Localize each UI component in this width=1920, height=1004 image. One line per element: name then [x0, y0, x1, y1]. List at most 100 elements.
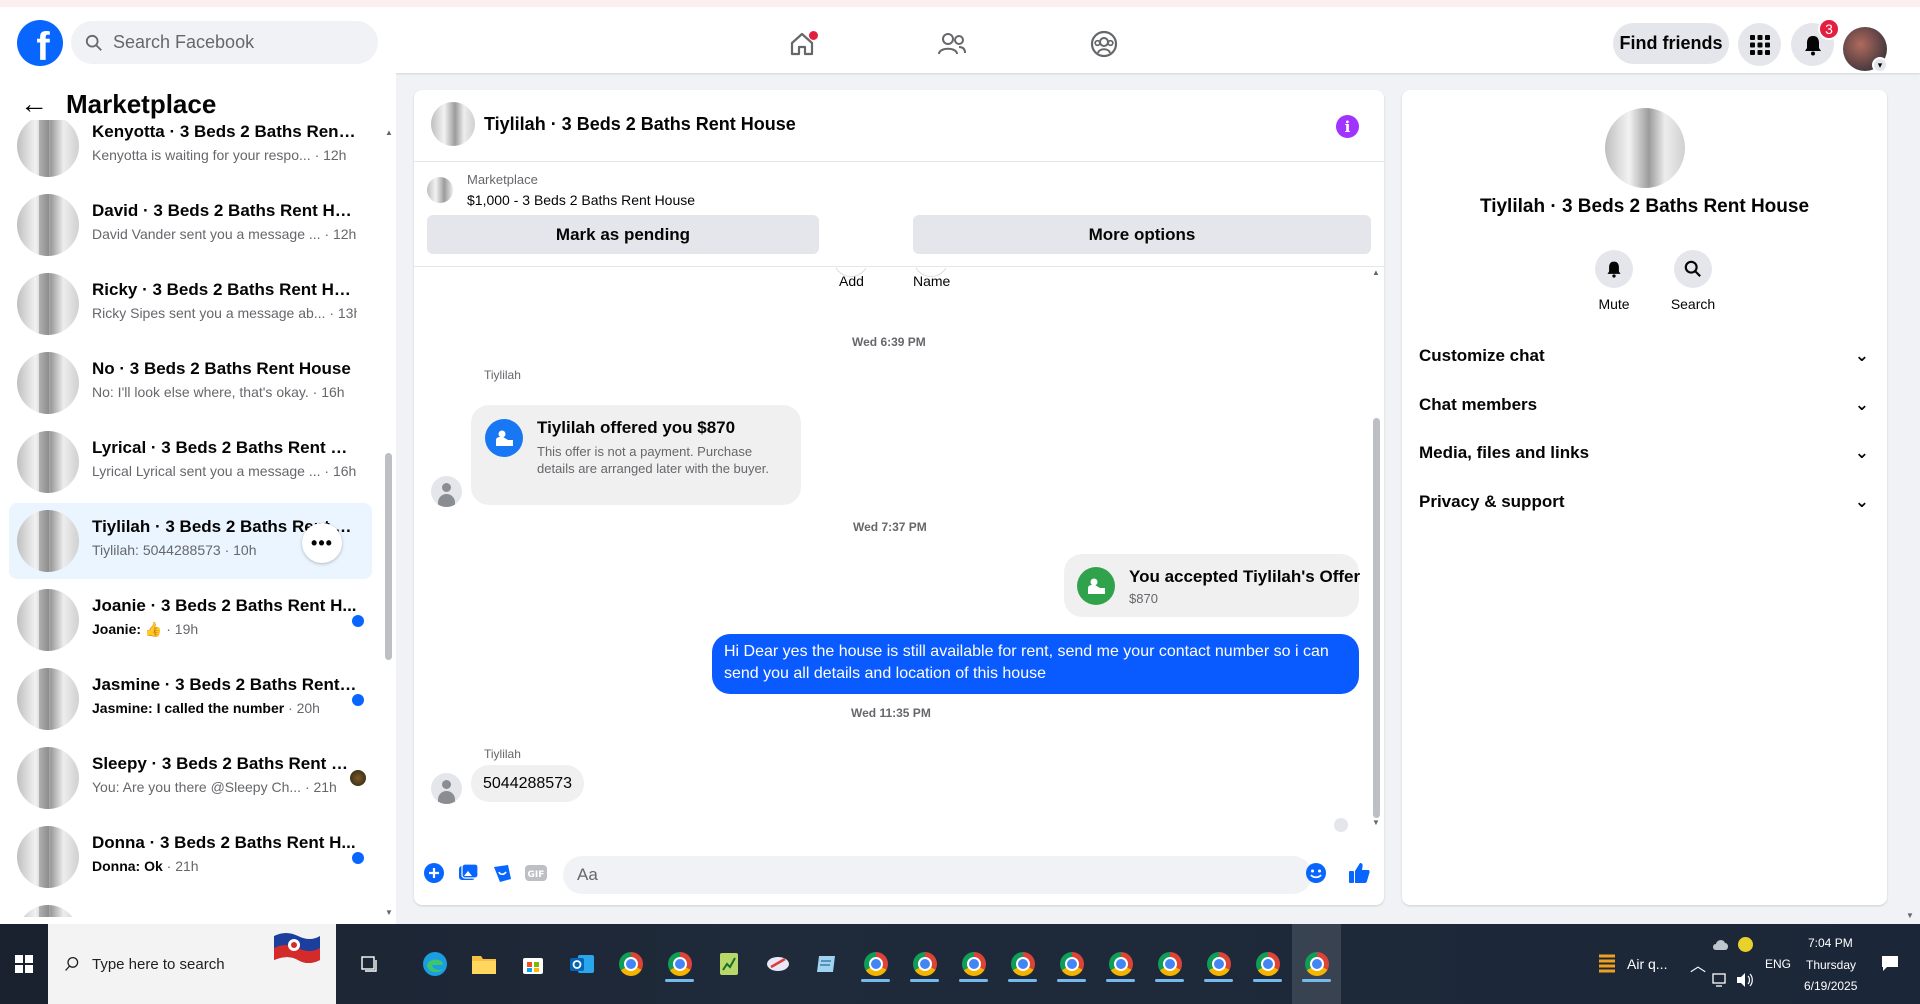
conversation-item[interactable] [9, 898, 372, 917]
conversation-item[interactable]: No · 3 Beds 2 Baths Rent House No: I'll … [9, 345, 372, 421]
preview-time: · 19h [166, 621, 199, 637]
chat-header: Tiylilah · 3 Beds 2 Baths Rent House i [414, 90, 1384, 162]
outlook-icon[interactable] [557, 924, 606, 1004]
network-icon[interactable] [1712, 972, 1730, 993]
friends-nav-icon[interactable] [935, 27, 969, 61]
sticker-icon[interactable] [490, 861, 514, 885]
conversation-item-active[interactable]: Tiylilah · 3 Beds 2 Baths Rent H... Tiyl… [9, 503, 372, 579]
show-hidden-icons-chevron-icon[interactable]: ︿ [1690, 952, 1706, 976]
sender-avatar[interactable] [431, 773, 462, 804]
mute-action[interactable]: Mute [1584, 250, 1644, 312]
listing-price-title[interactable]: $1,000 - 3 Beds 2 Baths Rent House [467, 192, 695, 208]
menu-grid-icon[interactable] [1738, 23, 1781, 66]
emoji-icon[interactable] [1304, 861, 1328, 885]
store-icon[interactable] [508, 924, 557, 1004]
conversation-item[interactable]: Donna · 3 Beds 2 Baths Rent H... Donna: … [9, 819, 372, 895]
my-message-bubble[interactable]: Hi Dear yes the house is still available… [712, 634, 1359, 694]
media-files-links-item[interactable]: Media, files and links ⌄ [1419, 431, 1869, 475]
chrome-window-icon[interactable] [900, 924, 949, 1004]
panel-title: Marketplace [66, 88, 217, 119]
notepad-icon[interactable] [802, 924, 851, 1004]
more-options-icon[interactable]: ••• [302, 523, 342, 563]
find-friends-button[interactable]: Find friends [1613, 23, 1729, 64]
conversation-item[interactable]: Sleepy · 3 Beds 2 Baths Rent H... You: A… [9, 740, 372, 816]
scroll-down-icon[interactable]: ▼ [1372, 818, 1380, 827]
add-action[interactable]: Add [833, 268, 869, 289]
chrome-window-icon[interactable] [998, 924, 1047, 1004]
language-indicator[interactable]: ENG [1765, 957, 1791, 971]
chat-members-item[interactable]: Chat members ⌄ [1419, 383, 1869, 427]
conversation-item[interactable]: Kenyotta · 3 Beds 2 Baths Rent H... Keny… [9, 120, 372, 184]
clock-date[interactable]: 6/19/2025 [1804, 979, 1857, 993]
chrome-window-icon[interactable] [1243, 924, 1292, 1004]
conversation-item[interactable]: Jasmine · 3 Beds 2 Baths Rent ... Jasmin… [9, 661, 372, 737]
sender-avatar[interactable] [431, 476, 462, 507]
info-icon[interactable]: i [1336, 115, 1359, 138]
flag-icon[interactable] [272, 928, 322, 966]
facebook-logo-icon[interactable]: f [17, 20, 63, 69]
chrome-window-active-icon[interactable] [1292, 924, 1341, 1004]
scrollbar-thumb[interactable] [1373, 418, 1380, 818]
file-explorer-icon[interactable] [459, 924, 508, 1004]
conversation-item[interactable]: David · 3 Beds 2 Baths Rent House David … [9, 187, 372, 263]
plus-circle-icon[interactable] [422, 861, 446, 885]
account-chevron-down-icon[interactable]: ▾ [1872, 57, 1888, 73]
preview-text: Donna: Ok [92, 858, 163, 874]
chrome-window-icon[interactable] [1047, 924, 1096, 1004]
scroll-up-icon[interactable]: ▲ [1372, 268, 1380, 277]
gif-icon[interactable]: GIF [524, 861, 548, 885]
accepted-offer-card[interactable]: You accepted Tiylilah's Offer $870 [1064, 554, 1360, 617]
edge-browser-icon[interactable] [410, 924, 459, 1004]
scroll-down-icon[interactable]: ▼ [1906, 911, 1914, 920]
chrome-window-icon[interactable] [1194, 924, 1243, 1004]
left-scrollbar[interactable]: ▲ ▼ [384, 128, 393, 918]
chrome-window-icon[interactable] [1145, 924, 1194, 1004]
chat-avatar[interactable] [431, 102, 475, 146]
action-center-icon[interactable] [1881, 954, 1899, 977]
search-facebook-input[interactable]: Search Facebook [71, 21, 378, 64]
privacy-support-item[interactable]: Privacy & support ⌄ [1419, 480, 1869, 524]
scroll-down-icon[interactable]: ▼ [385, 908, 393, 917]
task-view-icon[interactable] [346, 924, 395, 1004]
groups-nav-icon[interactable] [1087, 27, 1121, 61]
conversation-title: Kenyotta · 3 Beds 2 Baths Rent H... [92, 122, 357, 141]
snipping-tool-icon[interactable] [753, 924, 802, 1004]
back-arrow-icon[interactable]: ← [20, 88, 48, 120]
chevron-down-icon: ⌄ [1854, 395, 1869, 414]
conversation-item[interactable]: Joanie · 3 Beds 2 Baths Rent H... Joanie… [9, 582, 372, 658]
chrome-window-icon[interactable] [1096, 924, 1145, 1004]
conversation-item[interactable]: Ricky · 3 Beds 2 Baths Rent House Ricky … [9, 266, 372, 342]
scrollbar-thumb[interactable] [385, 453, 392, 660]
chrome-window-icon[interactable] [851, 924, 900, 1004]
mark-as-pending-button[interactable]: Mark as pending [427, 215, 819, 254]
spreadsheet-app-icon[interactable] [704, 924, 753, 1004]
message-input[interactable]: Aa [563, 856, 1312, 894]
chrome-gmail-profile-icon[interactable] [655, 924, 704, 1004]
customize-chat-item[interactable]: Customize chat ⌄ [1419, 334, 1869, 378]
chat-title[interactable]: Tiylilah · 3 Beds 2 Baths Rent House [484, 114, 796, 135]
name-action[interactable]: Name [913, 268, 950, 289]
page-scrollbar[interactable]: ▼ [1904, 73, 1916, 924]
timestamp: Wed 11:35 PM [851, 706, 931, 720]
clock-day[interactable]: Thursday [1806, 958, 1856, 972]
their-message-bubble[interactable]: 5044288573 [471, 765, 584, 802]
weather-widget[interactable]: Air q... [1597, 952, 1667, 976]
chat-scrollbar[interactable]: ▲ ▼ [1370, 268, 1382, 828]
like-thumbs-up-icon[interactable] [1347, 861, 1371, 885]
offer-card[interactable]: Tiylilah offered you $870 This offer is … [471, 405, 801, 505]
cloud-sync-icon[interactable] [1712, 938, 1730, 957]
chrome-window-icon[interactable] [949, 924, 998, 1004]
photo-icon[interactable] [456, 861, 480, 885]
chat-panel: Tiylilah · 3 Beds 2 Baths Rent House i M… [414, 90, 1384, 905]
chat-details-avatar[interactable] [1605, 108, 1685, 188]
scroll-up-icon[interactable]: ▲ [385, 128, 393, 137]
security-status-icon[interactable] [1738, 937, 1753, 952]
listing-thumbnail[interactable] [427, 177, 453, 203]
conversation-item[interactable]: Lyrical · 3 Beds 2 Baths Rent Hou... Lyr… [9, 424, 372, 500]
more-options-button[interactable]: More options [913, 215, 1371, 254]
chrome-icon[interactable] [606, 924, 655, 1004]
windows-start-icon[interactable] [0, 924, 48, 1004]
clock-time[interactable]: 7:04 PM [1808, 936, 1853, 950]
search-action[interactable]: Search [1663, 250, 1723, 312]
volume-icon[interactable] [1736, 972, 1754, 993]
